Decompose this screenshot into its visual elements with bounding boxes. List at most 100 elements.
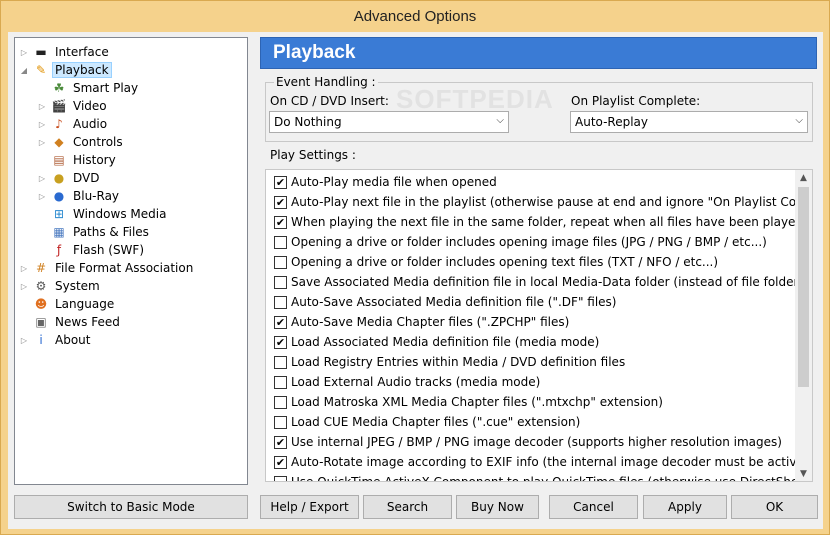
cancel-button[interactable]: Cancel: [549, 495, 638, 519]
tree-item-dvd[interactable]: ▷ ● DVD: [37, 169, 102, 187]
tree-item-label: Language: [55, 297, 115, 311]
tree-item-paths-files[interactable]: ▦ Paths & Files: [37, 223, 152, 241]
setting-row[interactable]: Use QuickTime ActiveX Component to play …: [274, 472, 812, 481]
setting-checkbox[interactable]: ✔: [274, 455, 287, 469]
tree-item-language[interactable]: ☻ Language: [19, 295, 117, 313]
setting-row[interactable]: Load External Audio tracks (media mode): [274, 372, 540, 392]
cd-insert-value: Do Nothing: [274, 115, 342, 129]
setting-checkbox[interactable]: [274, 355, 287, 369]
tree-item-blu-ray[interactable]: ▷ ● Blu-Ray: [37, 187, 122, 205]
event-handling-title: Event Handling :: [274, 75, 378, 89]
options-tree[interactable]: ▷ ▬ Interface ◢ ✎ Playback ☘ Smart Play ▷ 🎬 Video ▷…: [14, 37, 248, 485]
setting-row[interactable]: ✔ Auto-Rotate image according to EXIF inf…: [274, 452, 809, 472]
setting-checkbox[interactable]: [274, 295, 287, 309]
setting-row[interactable]: ✔ Auto-Play next file in the playlist (ot…: [274, 192, 812, 212]
expand-arrow-icon[interactable]: ▷: [19, 264, 29, 273]
setting-label: Auto-Save Associated Media definition fi…: [291, 295, 617, 309]
tree-item-label: About: [55, 333, 91, 347]
setting-row[interactable]: Load CUE Media Chapter files (".cue" ext…: [274, 412, 580, 432]
scroll-thumb[interactable]: [798, 187, 809, 387]
expand-arrow-icon[interactable]: ▷: [19, 282, 29, 291]
interface-icon: ▬: [35, 45, 47, 59]
setting-checkbox[interactable]: ✔: [274, 315, 287, 329]
tree-item-label: Windows Media: [73, 207, 167, 221]
setting-label: Auto-Save Media Chapter files (".ZPCHP" …: [291, 315, 570, 329]
setting-row[interactable]: Opening a drive or folder includes openi…: [274, 232, 767, 252]
play-settings-list: Use QuickTime ActiveX Component to play …: [265, 169, 813, 482]
setting-row[interactable]: Save Associated Media definition file in…: [274, 272, 803, 292]
controls-icon: ◆: [54, 135, 64, 149]
cd-insert-label: On CD / DVD Insert:: [270, 94, 389, 108]
switch-basic-mode-button[interactable]: Switch to Basic Mode: [14, 495, 248, 519]
expand-arrow-icon[interactable]: ▷: [37, 192, 47, 201]
setting-checkbox[interactable]: [274, 475, 287, 481]
expand-arrow-icon[interactable]: ▷: [19, 336, 29, 345]
setting-row[interactable]: ✔ Auto-Play media file when opened: [274, 172, 497, 192]
setting-checkbox[interactable]: ✔: [274, 215, 287, 229]
expand-arrow-icon[interactable]: ▷: [37, 174, 47, 183]
tree-item-interface[interactable]: ▷ ▬ Interface: [19, 43, 112, 61]
playlist-complete-value: Auto-Replay: [575, 115, 649, 129]
tree-item-label: History: [73, 153, 116, 167]
buy-now-button[interactable]: Buy Now: [456, 495, 539, 519]
tree-item-history[interactable]: ▤ History: [37, 151, 119, 169]
expand-arrow-icon[interactable]: ▷: [37, 138, 47, 147]
dialog-client: ▷ ▬ Interface ◢ ✎ Playback ☘ Smart Play ▷ 🎬 Video ▷…: [8, 32, 823, 529]
scroll-up-arrow-icon[interactable]: ▲: [795, 170, 812, 187]
setting-checkbox[interactable]: ✔: [274, 335, 287, 349]
chevron-down-icon: ⌵: [496, 115, 504, 126]
setting-checkbox[interactable]: [274, 415, 287, 429]
setting-label: Load Registry Entries within Media / DVD…: [291, 355, 626, 369]
setting-checkbox[interactable]: ✔: [274, 435, 287, 449]
tree-item-controls[interactable]: ▷ ◆ Controls: [37, 133, 126, 151]
setting-row[interactable]: ✔ Use internal JPEG / BMP / PNG image dec…: [274, 432, 782, 452]
setting-checkbox[interactable]: [274, 375, 287, 389]
setting-checkbox[interactable]: [274, 235, 287, 249]
tree-item-audio[interactable]: ▷ ♪ Audio: [37, 115, 110, 133]
expand-arrow-icon[interactable]: ▷: [19, 48, 29, 57]
setting-row[interactable]: Load Registry Entries within Media / DVD…: [274, 352, 625, 372]
playlist-complete-select[interactable]: Auto-Replay ⌵: [570, 111, 808, 133]
expand-arrow-icon[interactable]: ▷: [37, 120, 47, 129]
setting-checkbox[interactable]: [274, 275, 287, 289]
tree-item-flash-swf[interactable]: ƒ Flash (SWF): [37, 241, 147, 259]
window-title: Advanced Options: [353, 8, 477, 25]
setting-row[interactable]: Auto-Save Associated Media definition fi…: [274, 292, 617, 312]
tree-item-playback[interactable]: ◢ ✎ Playback: [19, 61, 112, 79]
setting-checkbox[interactable]: ✔: [274, 195, 287, 209]
expand-arrow-icon[interactable]: ◢: [19, 66, 29, 75]
tree-item-label: Controls: [73, 135, 123, 149]
about-icon: i: [39, 333, 43, 347]
tree-item-label: Audio: [73, 117, 108, 131]
setting-row[interactable]: Opening a drive or folder includes openi…: [274, 252, 718, 272]
scroll-down-arrow-icon[interactable]: ▼: [795, 466, 812, 481]
playback-icon: ✎: [35, 63, 47, 77]
tree-item-file-format-association[interactable]: ▷ # File Format Association: [19, 259, 196, 277]
help-export-button[interactable]: Help / Export: [260, 495, 359, 519]
setting-row[interactable]: ✔ Auto-Save Media Chapter files (".ZPCHP"…: [274, 312, 569, 332]
tree-item-label: Interface: [55, 45, 109, 59]
setting-checkbox[interactable]: ✔: [274, 175, 287, 189]
tree-item-about[interactable]: ▷ i About: [19, 331, 93, 349]
apply-button[interactable]: Apply: [643, 495, 727, 519]
chevron-down-icon: ⌵: [795, 115, 803, 126]
setting-label: Opening a drive or folder includes openi…: [291, 255, 719, 269]
setting-checkbox[interactable]: [274, 255, 287, 269]
vertical-scrollbar[interactable]: ▲ ▼: [795, 170, 812, 481]
tree-item-news-feed[interactable]: ▣ News Feed: [19, 313, 123, 331]
audio-icon: ♪: [55, 117, 63, 131]
history-icon: ▤: [53, 153, 65, 167]
setting-row[interactable]: ✔ When playing the next file in the same …: [274, 212, 803, 232]
tree-item-windows-media[interactable]: ⊞ Windows Media: [37, 205, 169, 223]
tree-item-system[interactable]: ▷ ⚙ System: [19, 277, 103, 295]
setting-row[interactable]: Load Matroska XML Media Chapter files ("…: [274, 392, 663, 412]
cd-insert-select[interactable]: Do Nothing ⌵: [269, 111, 509, 133]
setting-checkbox[interactable]: [274, 395, 287, 409]
tree-item-video[interactable]: ▷ 🎬 Video: [37, 97, 110, 115]
tree-item-label: News Feed: [55, 315, 120, 329]
ok-button[interactable]: OK: [731, 495, 818, 519]
expand-arrow-icon[interactable]: ▷: [37, 102, 47, 111]
tree-item-smart-play[interactable]: ☘ Smart Play: [37, 79, 141, 97]
search-button[interactable]: Search: [363, 495, 452, 519]
setting-row[interactable]: ✔ Load Associated Media definition file (…: [274, 332, 599, 352]
